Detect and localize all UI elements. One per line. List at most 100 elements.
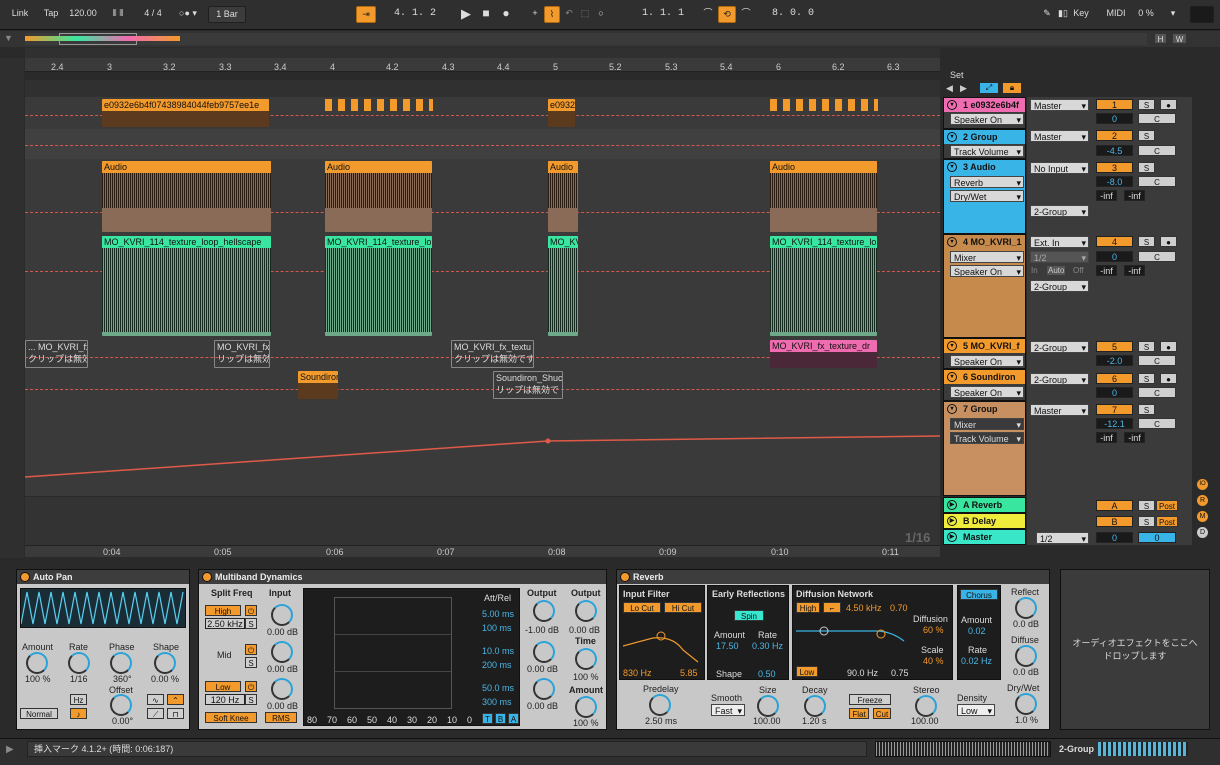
solo-button[interactable]: S xyxy=(1138,404,1155,415)
high-shelf-button[interactable]: High xyxy=(796,602,820,613)
low-shelf-button[interactable]: Low xyxy=(796,666,818,677)
arm-button[interactable]: ● xyxy=(1160,341,1177,352)
loop-start-field[interactable]: 1. 1. 1 xyxy=(628,6,698,23)
prev-locator-icon[interactable]: ◀ xyxy=(946,83,953,94)
track-activator[interactable]: 7 xyxy=(1096,404,1133,415)
track-header-7[interactable]: ▾ 7 Group xyxy=(943,401,1026,496)
mid-attack[interactable]: 10.0 ms xyxy=(482,646,514,656)
quantization-select[interactable]: 1 Bar xyxy=(208,6,246,23)
automation-device-select[interactable]: Speaker On xyxy=(950,355,1024,367)
send-b-field[interactable]: -inf xyxy=(1124,265,1145,276)
high-output-knob[interactable] xyxy=(533,600,555,622)
track-lane-6[interactable]: Soundiron Soundiron_Shuc リップは無効で xyxy=(25,369,940,401)
fold-icon[interactable]: ▾ xyxy=(947,132,957,142)
offset-knob[interactable] xyxy=(110,694,132,716)
er-amount-value[interactable]: 17.50 xyxy=(716,641,739,651)
key-map-button[interactable]: Key xyxy=(1070,6,1092,23)
er-shape-value[interactable]: 0.50 xyxy=(758,669,776,679)
clip[interactable]: Soundiron xyxy=(298,371,338,399)
master-volume-field[interactable]: 0 xyxy=(1096,532,1133,543)
size-knob[interactable] xyxy=(757,695,779,717)
chorus-button[interactable]: Chorus xyxy=(960,589,998,600)
flat-button[interactable]: Flat xyxy=(849,708,869,719)
effect-drop-zone[interactable]: オーディオエフェクトをここへドロップします xyxy=(1060,569,1210,730)
master-header[interactable]: ▶ Master xyxy=(943,529,1026,545)
device-on-icon[interactable] xyxy=(620,572,630,582)
time-ruler[interactable]: 0:04 0:05 0:06 0:07 0:08 0:09 0:10 0:11 xyxy=(25,545,940,557)
volume-field[interactable]: -4.5 xyxy=(1096,145,1133,156)
send-a-field[interactable]: -inf xyxy=(1096,432,1117,443)
automation-line[interactable] xyxy=(25,401,940,496)
stop-icon[interactable]: ■ xyxy=(478,6,494,23)
play-icon[interactable]: ▶ xyxy=(458,6,474,23)
output-gain-knob[interactable] xyxy=(575,600,597,622)
master-lane[interactable]: 1/16 xyxy=(25,529,940,545)
clip[interactable]: e0932e6b4f07438984044feb9757ee1e xyxy=(102,99,269,127)
solo-button[interactable]: S xyxy=(245,694,257,705)
automation-param-select[interactable]: Track Volume xyxy=(950,432,1024,444)
track-header-4[interactable]: ▾ 4 MO_KVRI_1 xyxy=(943,234,1026,338)
time-knob[interactable] xyxy=(575,648,597,670)
solo-button[interactable]: S xyxy=(1138,373,1155,384)
mid-release[interactable]: 200 ms xyxy=(482,660,512,670)
cut-button[interactable]: Cut xyxy=(873,708,891,719)
send-b-field[interactable]: -inf xyxy=(1124,432,1145,443)
return-lane-a[interactable] xyxy=(25,497,940,513)
low-shelf-freq[interactable]: 90.0 Hz xyxy=(847,668,878,678)
play-icon[interactable]: ▶ xyxy=(947,500,957,510)
arm-button[interactable]: ● xyxy=(1160,236,1177,247)
low-release[interactable]: 300 ms xyxy=(482,697,512,707)
delay-badge[interactable]: D xyxy=(1197,527,1208,538)
diffusion-value[interactable]: 60 % xyxy=(923,625,944,635)
mid-band-on-icon[interactable]: ⏻ xyxy=(245,644,257,655)
early-reflections-section[interactable]: Early Reflections Spin Amount 17.50 Rate… xyxy=(707,585,789,680)
a-button[interactable]: A xyxy=(508,713,519,724)
hz-button[interactable]: Hz xyxy=(70,694,87,705)
filter-curve[interactable] xyxy=(623,616,703,664)
volume-field[interactable]: -2.0 xyxy=(1096,355,1133,366)
low-shelf-gain[interactable]: 0.75 xyxy=(891,668,909,678)
return-header-a[interactable]: ▶ A Reverb xyxy=(943,497,1026,513)
wave-random-icon[interactable]: ⊓ xyxy=(167,708,184,719)
follow-button[interactable]: ⇥ xyxy=(356,6,376,23)
pan-field[interactable]: C xyxy=(1138,113,1176,124)
audio-clip[interactable]: MO_KVRI_114_texture_lo xyxy=(325,236,432,336)
output-routing-select[interactable]: Master xyxy=(1030,99,1089,111)
output-routing-select[interactable]: Master xyxy=(1030,404,1089,416)
track-lane-5[interactable]: ... MO_KVRI_fx クリップは無効です MO_KVRI_fx リップは… xyxy=(25,338,940,369)
play-icon[interactable]: ▶ xyxy=(947,516,957,526)
arrangement-overview[interactable]: ▼ H W xyxy=(0,31,1220,47)
spin-button[interactable]: Spin xyxy=(734,610,764,621)
automation-param-select[interactable]: Dry/Wet xyxy=(950,190,1024,202)
predelay-knob[interactable] xyxy=(649,694,671,716)
pan-field[interactable]: C xyxy=(1138,251,1176,262)
height-button[interactable]: H xyxy=(1154,33,1167,44)
automation-device-select[interactable]: Mixer xyxy=(950,251,1024,263)
overview-toggle-icon[interactable]: ▼ xyxy=(4,33,16,45)
lock-icon[interactable]: 🔒︎ xyxy=(1003,83,1021,93)
return-b-activator[interactable]: B xyxy=(1096,516,1133,527)
send-b-field[interactable]: -inf xyxy=(1124,190,1145,201)
high-shelf-gain[interactable]: 0.70 xyxy=(890,603,908,613)
pan-field[interactable]: C xyxy=(1138,145,1176,156)
high-band-on-icon[interactable]: ⏻ xyxy=(245,605,257,616)
t-button[interactable]: T xyxy=(482,713,493,724)
solo-button[interactable]: S xyxy=(1138,236,1155,247)
low-band-button[interactable]: Low xyxy=(205,681,241,692)
tempo-field[interactable]: 120.00 xyxy=(66,6,100,23)
stereo-knob[interactable] xyxy=(915,695,937,717)
audio-clip[interactable]: MO_KVRI_114_texture_lo xyxy=(770,236,877,336)
beat-ruler[interactable]: 2.4 3 3.2 3.3 3.4 4 4.2 4.3 4.4 5 5.2 5.… xyxy=(25,58,940,72)
auto-pan-device[interactable]: Auto Pan Amount 100 % Rate 1/16 Phase 36… xyxy=(16,569,190,730)
midi-map-button[interactable]: MIDI xyxy=(1102,6,1130,23)
output-routing-select[interactable]: 2-Group xyxy=(1030,205,1089,217)
track-lane-4[interactable]: MO_KVRI_114_texture_loop_hellscape MO_KV… xyxy=(25,234,940,338)
cpu-menu-icon[interactable]: ▾ xyxy=(1166,6,1180,23)
arrangement-position[interactable]: 4. 1. 2 xyxy=(380,6,450,23)
solo-button[interactable]: S xyxy=(1138,500,1155,511)
post-button[interactable]: Post xyxy=(1156,516,1178,527)
key-map-icon[interactable]: ▮▯ xyxy=(1056,6,1070,23)
volume-field[interactable]: 0 xyxy=(1096,113,1133,124)
mixer-badge[interactable]: M xyxy=(1197,511,1208,522)
fold-icon[interactable]: ▾ xyxy=(947,341,957,351)
